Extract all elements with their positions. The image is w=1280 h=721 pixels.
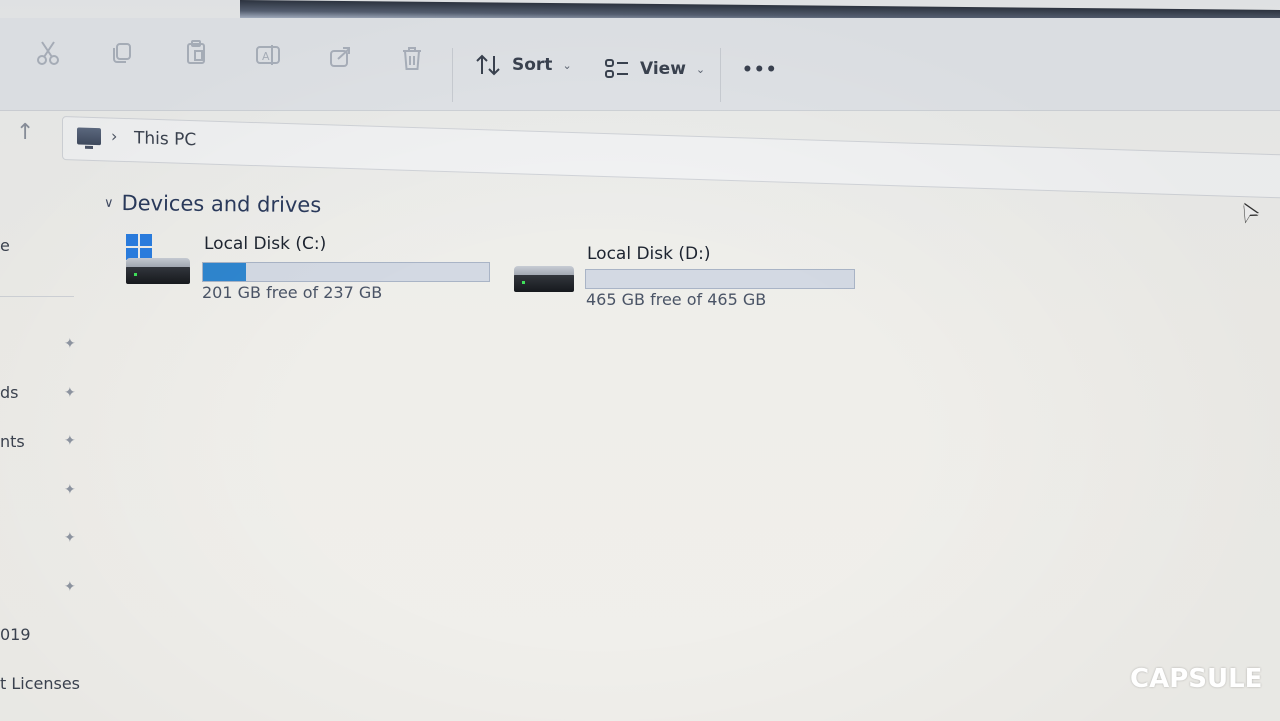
drive-d-free-space: 465 GB free of 465 GB bbox=[586, 290, 767, 309]
sidebar-item-folder[interactable]: 019 bbox=[0, 625, 31, 644]
pin-icon: ✦ bbox=[64, 385, 76, 401]
drive-d-usage-bar bbox=[585, 269, 855, 289]
pin-icon: ✦ bbox=[64, 433, 76, 449]
sidebar-item-downloads[interactable]: ds bbox=[0, 383, 19, 402]
toolbar-separator bbox=[452, 48, 453, 102]
chevron-down-icon: ⌄ bbox=[695, 62, 706, 76]
delete-icon[interactable] bbox=[398, 42, 426, 76]
chevron-down-icon: ⌄ bbox=[562, 58, 572, 72]
devices-and-drives-header[interactable]: ∨ Devices and drives bbox=[104, 191, 321, 217]
view-label: View bbox=[640, 59, 686, 79]
more-icon: ••• bbox=[742, 60, 778, 80]
mouse-cursor-icon: ➤ bbox=[1230, 196, 1266, 228]
sort-button[interactable]: Sort ⌄ bbox=[476, 54, 572, 76]
paste-icon[interactable] bbox=[182, 36, 210, 70]
hard-drive-icon bbox=[126, 258, 190, 284]
pin-icon: ✦ bbox=[64, 336, 76, 352]
up-arrow-icon[interactable]: ↑ bbox=[16, 120, 34, 145]
view-icon bbox=[605, 59, 628, 78]
drive-d[interactable]: Local Disk (D:) 465 GB free of 465 GB bbox=[508, 240, 868, 320]
drive-c-name: Local Disk (C:) bbox=[204, 234, 327, 254]
screen: A Sort ⌄ View ⌄ ••• ↑ › This PC e ✦ ds ✦… bbox=[0, 0, 1280, 721]
drive-c-free-space: 201 GB free of 237 GB bbox=[202, 283, 383, 302]
breadcrumb-chevron-icon: › bbox=[111, 126, 118, 146]
share-icon[interactable] bbox=[326, 40, 354, 74]
drive-d-name: Local Disk (D:) bbox=[587, 244, 711, 264]
drive-c-usage-fill bbox=[203, 263, 247, 281]
drive-c[interactable]: Local Disk (C:) 201 GB free of 237 GB bbox=[120, 230, 500, 310]
this-pc-icon bbox=[77, 127, 101, 146]
pin-icon: ✦ bbox=[64, 530, 76, 546]
sidebar-item-licenses[interactable]: t Licenses bbox=[0, 674, 80, 693]
hard-drive-icon bbox=[514, 266, 574, 292]
sort-icon bbox=[476, 54, 500, 76]
capsule-watermark: CAPSULE bbox=[1130, 664, 1263, 694]
sidebar-item-documents[interactable]: nts bbox=[0, 432, 25, 451]
cut-icon[interactable] bbox=[34, 36, 62, 70]
svg-text:A: A bbox=[262, 50, 270, 63]
windows-logo-icon bbox=[126, 234, 152, 260]
breadcrumb-this-pc[interactable]: This PC bbox=[134, 128, 196, 150]
sort-label: Sort bbox=[512, 55, 553, 75]
section-title: Devices and drives bbox=[121, 191, 322, 218]
copy-icon[interactable] bbox=[108, 36, 136, 70]
toolbar-separator bbox=[720, 48, 721, 102]
chevron-down-icon: ∨ bbox=[103, 195, 114, 211]
more-options-button[interactable]: ••• bbox=[742, 60, 778, 80]
address-row: ↑ › This PC bbox=[0, 110, 1280, 200]
command-bar: A Sort ⌄ View ⌄ ••• bbox=[0, 18, 1280, 111]
rename-icon[interactable]: A bbox=[254, 38, 282, 72]
sidebar-divider bbox=[0, 296, 74, 297]
address-bar[interactable]: › This PC bbox=[62, 116, 1280, 200]
drive-c-usage-bar bbox=[202, 262, 490, 282]
pin-icon: ✦ bbox=[64, 579, 76, 595]
sidebar-item-home[interactable]: e bbox=[0, 236, 10, 255]
view-button[interactable]: View ⌄ bbox=[604, 58, 705, 80]
pin-icon: ✦ bbox=[64, 482, 76, 498]
